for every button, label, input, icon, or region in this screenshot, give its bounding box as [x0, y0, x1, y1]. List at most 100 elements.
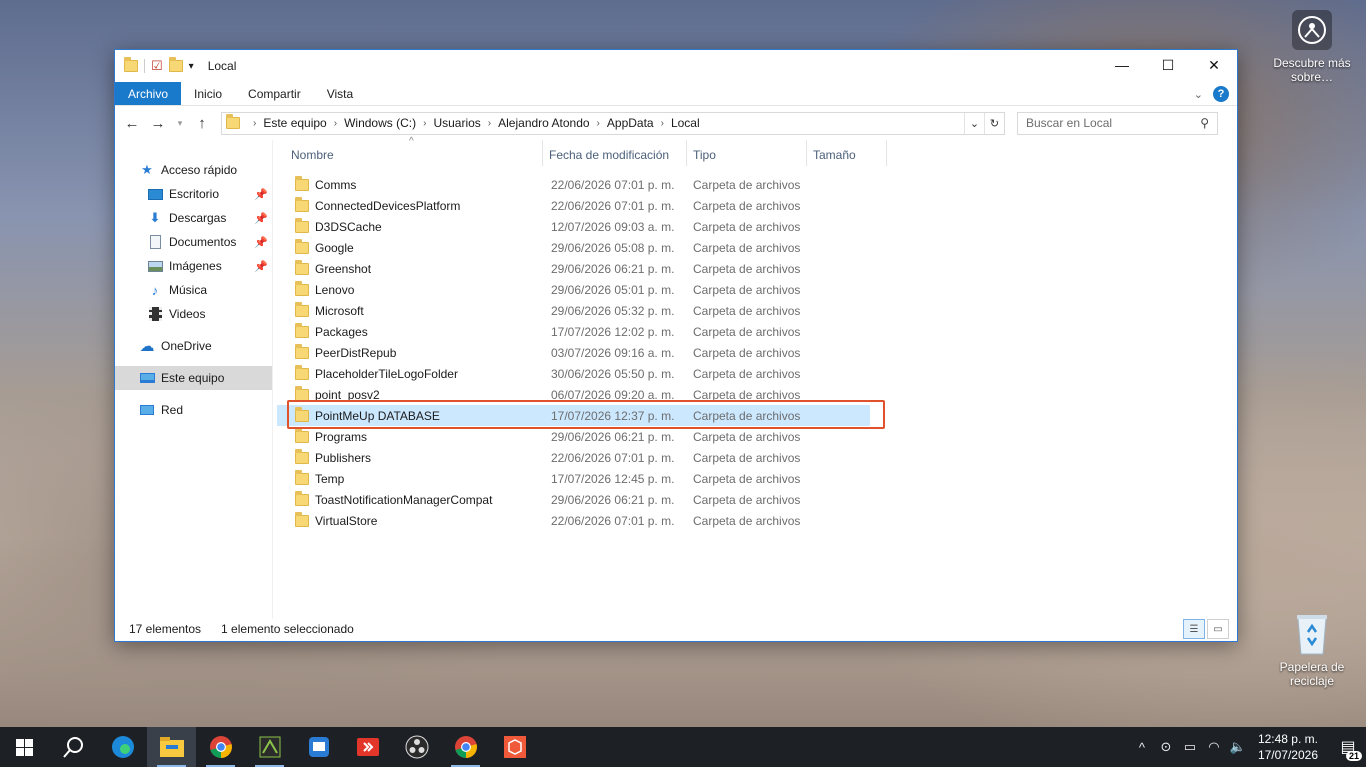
file-explorer-icon	[159, 737, 184, 757]
app-taskbar-button[interactable]	[294, 727, 343, 767]
nav-descargas[interactable]: ⬇ Descargas 📌	[115, 206, 272, 230]
file-explorer-taskbar-button[interactable]	[147, 727, 196, 767]
up-arrow-icon[interactable]: ↑	[191, 112, 213, 134]
properties-icon[interactable]: ☑	[151, 58, 163, 74]
nav-onedrive[interactable]: ☁ OneDrive	[115, 334, 272, 358]
tab-inicio[interactable]: Inicio	[181, 82, 235, 105]
chevron-right-icon[interactable]: ›	[253, 118, 256, 129]
folder-icon[interactable]	[124, 57, 138, 72]
device-icon[interactable]: ⊙	[1154, 739, 1178, 755]
battery-icon[interactable]: ▭	[1178, 739, 1202, 755]
clock[interactable]: 12:48 p. m. 17/07/2026	[1250, 731, 1330, 763]
maximize-button[interactable]: ☐	[1145, 50, 1191, 80]
address-row: ← → ▾ ↑ › Este equipo › Windows (C:) › U…	[115, 106, 1237, 140]
file-row[interactable]: Programs 29/06/2026 06:21 p. m. Carpeta de…	[273, 426, 1237, 447]
nav-videos[interactable]: Videos	[115, 302, 272, 326]
column-header-size[interactable]: Tamaño	[807, 140, 887, 166]
chrome-icon	[209, 736, 232, 758]
refresh-icon[interactable]: ↻	[984, 112, 1004, 134]
breadcrumb-appdata[interactable]: AppData	[607, 116, 654, 130]
nav-red[interactable]: Red	[115, 398, 272, 422]
file-row[interactable]: Temp 17/07/2026 12:45 p. m. Carpeta de arc…	[273, 468, 1237, 489]
pin-icon[interactable]: 📌	[254, 212, 268, 225]
file-name: Google	[315, 240, 354, 255]
recent-locations-icon[interactable]: ▾	[173, 112, 187, 134]
address-bar[interactable]: › Este equipo › Windows (C:) › Usuarios …	[221, 111, 1005, 135]
chevron-up-icon[interactable]: ^	[1130, 740, 1154, 755]
breadcrumb-usuarios[interactable]: Usuarios	[433, 116, 480, 130]
tab-compartir[interactable]: Compartir	[235, 82, 314, 105]
wifi-icon[interactable]: ◠	[1202, 739, 1226, 755]
breadcrumb-local[interactable]: Local	[671, 116, 700, 130]
file-name-cell: VirtualStore	[285, 511, 543, 528]
details-view-icon[interactable]: ☰	[1183, 619, 1205, 639]
pin-icon[interactable]: 📌	[254, 260, 268, 273]
notification-center-button[interactable]: ▤ 21	[1330, 727, 1366, 767]
search-input[interactable]: Buscar en Local ⚲	[1017, 111, 1218, 135]
file-row[interactable]: ConnectedDevicesPlatform 22/06/2026 07:01…	[273, 195, 1237, 216]
file-row[interactable]: Comms 22/06/2026 07:01 p. m. Carpeta de ar…	[273, 174, 1237, 195]
file-row[interactable]: Google 29/06/2026 05:08 p. m. Carpeta de a…	[273, 237, 1237, 258]
chrome-icon	[454, 736, 477, 758]
large-icons-view-icon[interactable]: ▭	[1207, 619, 1229, 639]
file-row[interactable]: ToastNotificationManagerCompat 29/06/2026…	[273, 489, 1237, 510]
chevron-right-icon[interactable]: ›	[488, 118, 491, 129]
nav-este-equipo[interactable]: Este equipo	[115, 366, 272, 390]
obs-taskbar-button[interactable]	[392, 727, 441, 767]
file-list: ^ Nombre Fecha de modificación Tipo Tama…	[273, 136, 1237, 619]
tab-archivo[interactable]: Archivo	[115, 82, 182, 105]
breadcrumb-windows-c[interactable]: Windows (C:)	[344, 116, 416, 130]
nav-imagenes[interactable]: Imágenes 📌	[115, 254, 272, 278]
anydesk-taskbar-button[interactable]	[343, 727, 392, 767]
breadcrumb-este-equipo[interactable]: Este equipo	[263, 116, 326, 130]
window-controls: — ☐ ✕	[1099, 50, 1237, 80]
forward-arrow-icon[interactable]: →	[147, 112, 169, 134]
file-row[interactable]: Greenshot 29/06/2026 06:21 p. m. Carpeta d…	[273, 258, 1237, 279]
cube-app-taskbar-button[interactable]	[490, 727, 539, 767]
volume-icon[interactable]: 🔈	[1226, 739, 1250, 755]
minimize-button[interactable]: —	[1099, 50, 1145, 80]
chevron-right-icon[interactable]: ›	[423, 118, 426, 129]
column-header-date[interactable]: Fecha de modificación	[543, 140, 687, 166]
column-header-name[interactable]: Nombre	[285, 140, 543, 166]
chevron-right-icon[interactable]: ›	[661, 118, 664, 129]
pin-icon[interactable]: 📌	[254, 236, 268, 249]
file-row[interactable]: Lenovo 29/06/2026 05:01 p. m. Carpeta de a…	[273, 279, 1237, 300]
help-icon[interactable]: ?	[1213, 86, 1229, 102]
title-bar[interactable]: ☑ ▾ Local — ☐ ✕	[115, 50, 1237, 82]
expand-ribbon-icon[interactable]: ⌄	[1194, 88, 1203, 101]
chrome-profile-taskbar-button[interactable]	[441, 727, 490, 767]
pin-icon[interactable]: 📌	[254, 188, 268, 201]
new-folder-icon[interactable]	[168, 57, 183, 72]
file-row[interactable]: Microsoft 29/06/2026 05:32 p. m. Carpeta d…	[273, 300, 1237, 321]
search-button[interactable]	[49, 727, 98, 767]
greenshot-taskbar-button[interactable]	[245, 727, 294, 767]
start-button[interactable]	[0, 727, 49, 767]
spotlight-desktop-icon[interactable]: Descubre más sobre…	[1272, 10, 1352, 84]
file-row[interactable]: Publishers 22/06/2026 07:01 p. m. Carpeta …	[273, 447, 1237, 468]
close-button[interactable]: ✕	[1191, 50, 1237, 80]
chevron-right-icon[interactable]: ›	[334, 118, 337, 129]
file-type: Carpeta de archivos	[693, 324, 801, 339]
file-row[interactable]: PlaceholderTileLogoFolder 30/06/2026 05:5…	[273, 363, 1237, 384]
file-row[interactable]: Packages 17/07/2026 12:02 p. m. Carpeta de…	[273, 321, 1237, 342]
customize-toolbar-icon[interactable]: ▾	[189, 61, 194, 72]
chevron-down-icon[interactable]: ⌄	[964, 112, 984, 134]
file-row[interactable]: D3DSCache 12/07/2026 09:03 a. m. Carpeta d…	[273, 216, 1237, 237]
recycle-bin-desktop-icon[interactable]: Papelera de reciclaje	[1272, 612, 1352, 688]
nav-documentos[interactable]: Documentos 📌	[115, 230, 272, 254]
tab-vista[interactable]: Vista	[314, 82, 366, 105]
file-row[interactable]: PeerDistRepub 03/07/2026 09:16 a. m. Carpe…	[273, 342, 1237, 363]
breadcrumb-user[interactable]: Alejandro Atondo	[498, 116, 589, 130]
file-row[interactable]: VirtualStore 22/06/2026 07:01 p. m. Carpet…	[273, 510, 1237, 531]
back-arrow-icon[interactable]: ←	[121, 112, 143, 134]
nav-escritorio[interactable]: Escritorio 📌	[115, 182, 272, 206]
anydesk-icon	[356, 738, 379, 756]
column-header-type[interactable]: Tipo	[687, 140, 807, 166]
nav-quick-access[interactable]: ★ Acceso rápido	[115, 158, 272, 182]
file-type: Carpeta de archivos	[693, 261, 801, 276]
chevron-right-icon[interactable]: ›	[597, 118, 600, 129]
nav-musica[interactable]: ♪ Música	[115, 278, 272, 302]
chrome-taskbar-button[interactable]	[196, 727, 245, 767]
edge-taskbar-button[interactable]	[98, 727, 147, 767]
